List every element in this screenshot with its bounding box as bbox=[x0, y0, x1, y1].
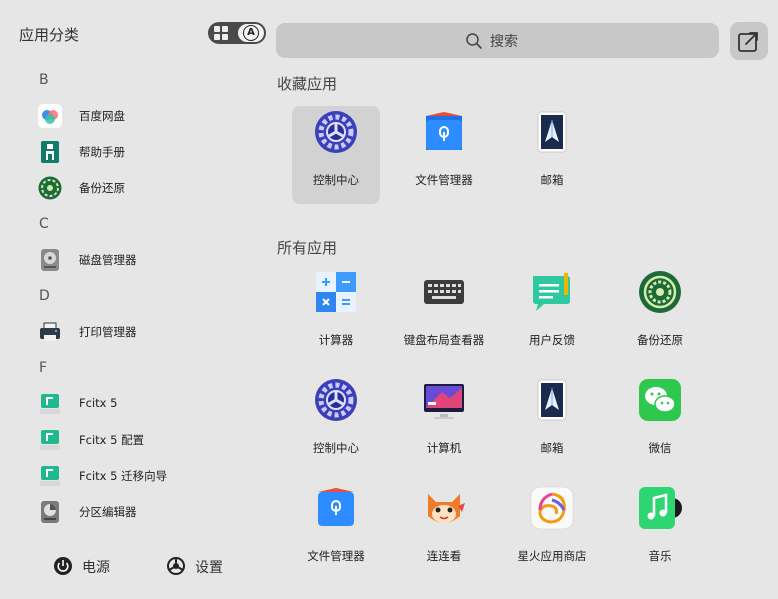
control-center-icon bbox=[315, 111, 357, 153]
app-music[interactable]: 音乐 bbox=[616, 482, 704, 580]
sidebar-item-baidu-netdisk[interactable]: 百度网盘 bbox=[38, 101, 258, 131]
sidebar-item-label: Fcitx 5 bbox=[79, 396, 118, 410]
app-label: 邮箱 bbox=[540, 173, 564, 187]
group-letter-c[interactable]: C bbox=[39, 216, 49, 232]
app-lianliankan[interactable]: 连连看 bbox=[400, 482, 488, 580]
sidebar-title: 应用分类 bbox=[19, 26, 80, 44]
app-keyboard-layout-viewer[interactable]: 键盘布局查看器 bbox=[400, 266, 488, 364]
favorite-app-file-manager[interactable]: 文件管理器 bbox=[400, 106, 488, 204]
keyboard-icon bbox=[424, 280, 464, 304]
app-control-center[interactable]: 控制中心 bbox=[292, 374, 380, 472]
alphabet-view-letter: A bbox=[243, 25, 259, 41]
spark-store-icon bbox=[530, 486, 574, 530]
help-manual-icon bbox=[41, 141, 59, 163]
partition-editor-icon bbox=[41, 501, 59, 523]
disk-manager-icon bbox=[41, 249, 59, 271]
category-sidebar: 应用分类 A B 百度网盘 帮助手册 备份还原 C 磁盘管理器 D 打印管理器 … bbox=[0, 0, 268, 599]
sidebar-item-backup-restore[interactable]: 备份还原 bbox=[38, 173, 258, 203]
app-mail[interactable]: 邮箱 bbox=[508, 374, 596, 472]
app-label: 星火应用商店 bbox=[517, 549, 587, 563]
app-label: 控制中心 bbox=[313, 173, 359, 187]
app-label: 计算机 bbox=[426, 441, 462, 455]
app-spark-store[interactable]: 星火应用商店 bbox=[508, 482, 596, 580]
sidebar-item-fcitx5-migrator[interactable]: Fcitx 5 迁移向导 bbox=[38, 461, 258, 491]
favorite-app-control-center[interactable]: 控制中心 bbox=[292, 106, 380, 204]
fcitx-icon bbox=[40, 394, 60, 414]
alphabet-view-icon[interactable]: A bbox=[238, 24, 264, 42]
favorites-title: 收藏应用 bbox=[277, 75, 338, 93]
app-wechat[interactable]: 微信 bbox=[616, 374, 704, 472]
music-icon bbox=[639, 487, 682, 529]
app-label: 文件管理器 bbox=[307, 549, 365, 563]
sidebar-item-label: 磁盘管理器 bbox=[79, 253, 137, 267]
app-computer[interactable]: 计算机 bbox=[400, 374, 488, 472]
search-icon bbox=[466, 33, 482, 49]
app-label: 计算器 bbox=[318, 333, 354, 347]
sidebar-item-fcitx5[interactable]: Fcitx 5 bbox=[38, 389, 258, 419]
lianliankan-icon bbox=[428, 494, 465, 523]
file-manager-icon bbox=[426, 112, 462, 150]
wechat-icon bbox=[639, 379, 681, 421]
backup-restore-icon bbox=[639, 271, 681, 313]
sidebar-item-partition-editor[interactable]: 分区编辑器 bbox=[38, 497, 258, 527]
backup-restore-icon bbox=[38, 176, 62, 200]
sidebar-item-help-manual[interactable]: 帮助手册 bbox=[38, 137, 258, 167]
app-label: 键盘布局查看器 bbox=[403, 333, 485, 347]
sidebar-item-label: 帮助手册 bbox=[79, 145, 125, 159]
sidebar-item-label: Fcitx 5 配置 bbox=[79, 433, 145, 447]
control-center-icon bbox=[315, 379, 357, 421]
group-letter-b[interactable]: B bbox=[39, 72, 49, 88]
app-label: 文件管理器 bbox=[415, 173, 473, 187]
baidu-netdisk-icon bbox=[38, 104, 62, 128]
all-apps-title: 所有应用 bbox=[277, 239, 338, 257]
settings-label: 设置 bbox=[195, 560, 223, 576]
app-label: 控制中心 bbox=[313, 441, 359, 455]
power-label: 电源 bbox=[82, 560, 110, 576]
mail-icon bbox=[537, 111, 567, 153]
sidebar-item-fcitx5-config[interactable]: Fcitx 5 配置 bbox=[38, 425, 258, 455]
app-label: 备份还原 bbox=[637, 333, 683, 347]
printer-icon bbox=[40, 322, 60, 341]
computer-icon bbox=[424, 384, 464, 419]
app-label: 邮箱 bbox=[540, 441, 564, 455]
view-mode-toggle[interactable]: A bbox=[208, 22, 266, 44]
app-user-feedback[interactable]: 用户反馈 bbox=[508, 266, 596, 364]
search-input[interactable]: 搜索 bbox=[276, 23, 719, 58]
favorite-app-mail[interactable]: 邮箱 bbox=[508, 106, 596, 204]
app-file-manager[interactable]: 文件管理器 bbox=[292, 482, 380, 580]
fullscreen-button[interactable] bbox=[730, 22, 768, 60]
fcitx-migrator-icon bbox=[40, 466, 60, 486]
sidebar-item-disk-manager[interactable]: 磁盘管理器 bbox=[38, 245, 258, 275]
app-label: 音乐 bbox=[648, 549, 672, 563]
group-letter-f[interactable]: F bbox=[39, 360, 47, 376]
power-icon bbox=[54, 557, 72, 575]
feedback-icon bbox=[533, 273, 570, 311]
sidebar-item-label: 百度网盘 bbox=[79, 109, 125, 123]
group-letter-d[interactable]: D bbox=[39, 288, 50, 304]
mail-icon bbox=[537, 379, 567, 421]
settings-button[interactable]: 设置 bbox=[166, 553, 246, 579]
fcitx-config-icon bbox=[40, 430, 60, 450]
expand-icon bbox=[738, 32, 758, 52]
search-placeholder: 搜索 bbox=[490, 34, 518, 50]
app-label: 用户反馈 bbox=[529, 333, 575, 347]
app-backup-restore[interactable]: 备份还原 bbox=[616, 266, 704, 364]
app-label: 微信 bbox=[648, 441, 672, 455]
sidebar-item-label: 打印管理器 bbox=[79, 325, 137, 339]
calculator-icon bbox=[316, 272, 356, 312]
app-calculator[interactable]: 计算器 bbox=[292, 266, 380, 364]
power-button[interactable]: 电源 bbox=[53, 553, 133, 579]
sidebar-item-print-manager[interactable]: 打印管理器 bbox=[38, 317, 258, 347]
sidebar-item-label: 备份还原 bbox=[79, 181, 125, 195]
file-manager-icon bbox=[318, 488, 354, 526]
sidebar-item-label: 分区编辑器 bbox=[79, 505, 137, 519]
category-view-icon[interactable] bbox=[214, 26, 228, 40]
gear-icon bbox=[167, 557, 185, 575]
sidebar-item-label: Fcitx 5 迁移向导 bbox=[79, 469, 168, 483]
app-label: 连连看 bbox=[426, 549, 462, 563]
